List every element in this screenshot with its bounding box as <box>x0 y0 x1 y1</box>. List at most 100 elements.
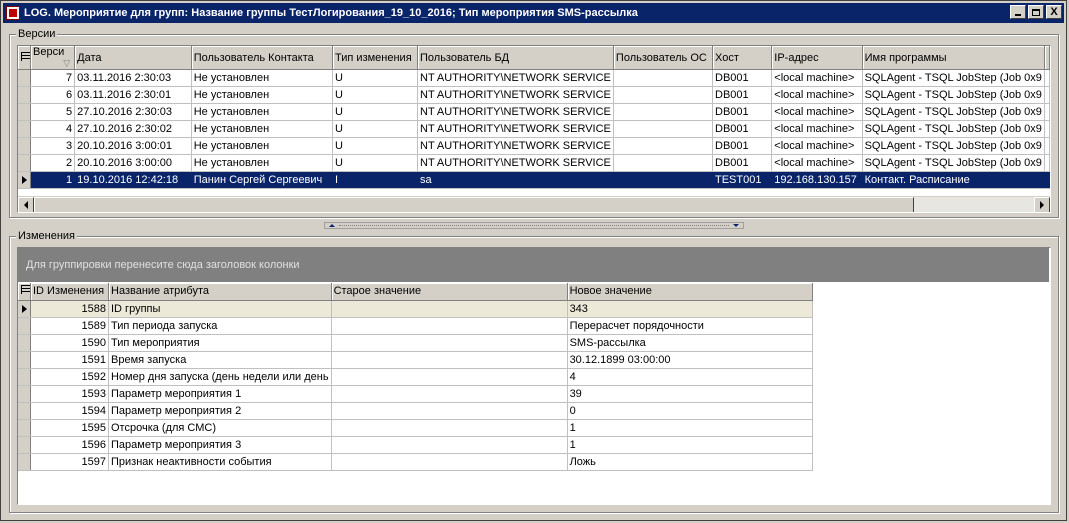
scroll-thumb[interactable] <box>34 197 914 212</box>
table-cell[interactable]: I <box>332 171 418 189</box>
table-cell[interactable]: U <box>332 86 418 104</box>
table-cell[interactable]: Отсрочка (для СМС) <box>108 419 332 437</box>
row-indicator[interactable] <box>18 368 31 386</box>
table-cell[interactable]: 1589 <box>30 317 109 335</box>
table-cell[interactable] <box>331 300 568 318</box>
table-cell[interactable]: 4 <box>567 368 813 386</box>
table-cell[interactable]: 19.10.2016 12:42:18 <box>74 171 192 189</box>
table-cell[interactable] <box>331 351 568 369</box>
table-cell[interactable]: <local machine> <box>771 154 863 172</box>
maximize-button[interactable] <box>1028 5 1044 19</box>
table-cell[interactable]: NT AUTHORITY\NETWORK SERVICE <box>417 69 614 87</box>
table-row[interactable]: 1 19.10.2016 12:42:18 Панин Сергей Сергеев… <box>18 171 1050 189</box>
column-header[interactable]: Старое значение <box>331 283 568 301</box>
column-header[interactable]: Имя программы <box>862 46 1046 70</box>
table-cell[interactable]: Номер дня запуска (день недели или день <box>108 368 332 386</box>
table-cell[interactable] <box>331 453 568 471</box>
column-header[interactable]: ID Изменения <box>30 283 109 301</box>
versions-hscrollbar[interactable] <box>18 196 1050 212</box>
table-cell[interactable]: Не установлен <box>191 137 334 155</box>
row-indicator[interactable] <box>18 317 31 335</box>
table-cell[interactable]: 343 <box>567 300 813 318</box>
table-cell[interactable]: 1593 <box>30 385 109 403</box>
table-row[interactable]: 1588 ID группы 343 <box>18 300 813 318</box>
table-cell[interactable]: Панин Сергей Сергеевич <box>191 171 334 189</box>
column-header[interactable]: Пользователь Контакта <box>191 46 334 70</box>
column-header[interactable]: Название атрибута <box>108 283 332 301</box>
table-cell[interactable]: TEST001 <box>712 171 773 189</box>
table-cell[interactable] <box>331 334 568 352</box>
table-cell[interactable] <box>613 69 714 87</box>
row-indicator[interactable] <box>18 300 31 318</box>
table-row[interactable]: 1591 Время запуска 30.12.1899 03:00:00 <box>18 351 813 369</box>
table-cell[interactable]: 1594 <box>30 402 109 420</box>
table-row[interactable]: 7 03.11.2016 2:30:03 Не установлен U NT AUTH… <box>18 69 1050 87</box>
table-cell[interactable]: <local machine> <box>771 69 863 87</box>
row-indicator[interactable] <box>18 419 31 437</box>
table-cell[interactable]: Не установлен <box>191 154 334 172</box>
scroll-right-button[interactable] <box>1034 197 1050 212</box>
table-cell[interactable]: U <box>332 137 418 155</box>
table-cell[interactable] <box>331 368 568 386</box>
table-cell[interactable]: NT AUTHORITY\NETWORK SERVICE <box>417 86 614 104</box>
row-indicator[interactable] <box>18 436 31 454</box>
table-cell[interactable]: Ложь <box>567 453 813 471</box>
table-cell[interactable]: 39 <box>567 385 813 403</box>
table-cell[interactable]: SQLAgent - TSQL JobStep (Job 0x9 <box>862 137 1046 155</box>
table-cell[interactable]: U <box>332 103 418 121</box>
table-cell[interactable] <box>613 103 714 121</box>
table-row[interactable]: 4 27.10.2016 2:30:02 Не установлен U NT AUTH… <box>18 120 1050 138</box>
row-indicator[interactable] <box>18 103 31 121</box>
table-cell[interactable]: Тип мероприятия <box>108 334 332 352</box>
sort-filter-icon[interactable]: ▽ <box>63 58 70 69</box>
table-row[interactable]: 1590 Тип мероприятия SMS-рассылка <box>18 334 813 352</box>
table-cell[interactable]: 7 <box>30 69 76 87</box>
versions-grid[interactable]: Верси ▽ Дата Пользователь Контакта Тип измен… <box>17 45 1051 213</box>
column-chooser-button[interactable] <box>18 46 31 70</box>
table-cell[interactable]: 2 <box>30 154 76 172</box>
table-row[interactable]: 2 20.10.2016 3:00:00 Не установлен U NT AUTH… <box>18 154 1050 172</box>
panel-splitter[interactable] <box>324 222 744 229</box>
table-cell[interactable]: NT AUTHORITY\NETWORK SERVICE <box>417 103 614 121</box>
table-cell[interactable]: SMS-рассылка <box>567 334 813 352</box>
table-cell[interactable]: DB001 <box>712 120 773 138</box>
column-header[interactable]: Дата <box>74 46 192 70</box>
table-cell[interactable]: 1591 <box>30 351 109 369</box>
table-cell[interactable]: 3 <box>30 137 76 155</box>
table-cell[interactable]: Не установлен <box>191 69 334 87</box>
table-cell[interactable]: Параметр мероприятия 1 <box>108 385 332 403</box>
table-cell[interactable]: DB001 <box>712 137 773 155</box>
table-cell[interactable]: 1592 <box>30 368 109 386</box>
collapse-down-icon[interactable] <box>733 224 739 227</box>
table-cell[interactable] <box>331 436 568 454</box>
row-indicator[interactable] <box>18 154 31 172</box>
table-cell[interactable]: 0 <box>567 402 813 420</box>
table-cell[interactable]: <local machine> <box>771 120 863 138</box>
table-cell[interactable]: 1588 <box>30 300 109 318</box>
table-cell[interactable] <box>331 385 568 403</box>
table-cell[interactable]: Параметр мероприятия 3 <box>108 436 332 454</box>
row-indicator[interactable] <box>18 385 31 403</box>
table-cell[interactable]: SQLAgent - TSQL JobStep (Job 0x9 <box>862 103 1046 121</box>
table-cell[interactable]: 20.10.2016 3:00:01 <box>74 137 192 155</box>
minimize-button[interactable] <box>1010 5 1026 19</box>
table-cell[interactable]: SQLAgent - TSQL JobStep (Job 0x9 <box>862 120 1046 138</box>
row-indicator[interactable] <box>18 351 31 369</box>
table-cell[interactable]: 192.168.130.157 <box>771 171 863 189</box>
row-indicator[interactable] <box>18 453 31 471</box>
table-cell[interactable]: DB001 <box>712 69 773 87</box>
table-cell[interactable]: NT AUTHORITY\NETWORK SERVICE <box>417 137 614 155</box>
table-cell[interactable] <box>331 419 568 437</box>
row-indicator[interactable] <box>18 171 31 189</box>
column-header[interactable]: IP-адрес <box>771 46 863 70</box>
table-row[interactable]: 1594 Параметр мероприятия 2 0 <box>18 402 813 420</box>
group-by-panel[interactable]: Для группировки перенесите сюда заголово… <box>18 248 1049 282</box>
table-cell[interactable]: NT AUTHORITY\NETWORK SERVICE <box>417 154 614 172</box>
table-row[interactable]: 3 20.10.2016 3:00:01 Не установлен U NT AUTH… <box>18 137 1050 155</box>
table-cell[interactable]: 1 <box>30 171 76 189</box>
table-cell[interactable]: SQLAgent - TSQL JobStep (Job 0x9 <box>862 69 1046 87</box>
table-cell[interactable] <box>331 402 568 420</box>
table-cell[interactable]: 4 <box>30 120 76 138</box>
table-cell[interactable]: sa <box>417 171 614 189</box>
table-cell[interactable] <box>613 154 714 172</box>
